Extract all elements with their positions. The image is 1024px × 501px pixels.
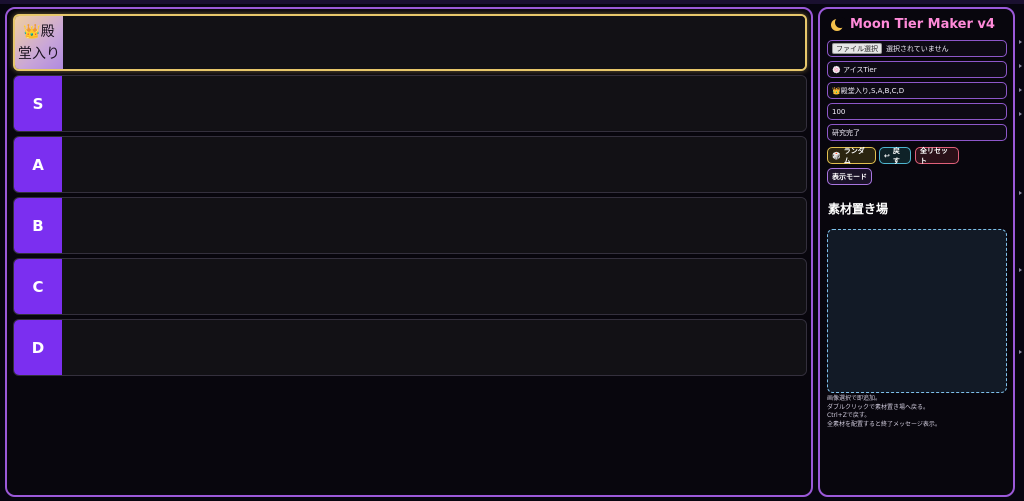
edge-arrow-icon [1019,350,1022,354]
app-title-text: Moon Tier Maker v4 [850,17,995,32]
edge-arrow-icon [1019,112,1022,116]
file-select-button[interactable]: ファイル選択 [832,43,882,54]
file-status-text: 選択されていません [886,44,949,53]
help-text: 画像選択で即追加。 ダブルクリックで素材置き場へ戻る。 Ctrl+Zで戻す。 全… [827,395,1012,429]
tier-drop-zone[interactable] [62,137,806,192]
edge-arrow-icon [1019,268,1022,272]
tier-row-c[interactable]: C [13,258,807,315]
tier-row-d[interactable]: D [13,319,807,376]
tier-drop-zone[interactable] [63,16,805,69]
material-pool-dropzone[interactable] [827,229,1007,393]
material-pool-title: 素材置き場 [828,202,889,216]
status-field[interactable]: 研究完了 [827,124,1007,141]
control-sidebar: Moon Tier Maker v4 ファイル選択 選択されていません 🍥 アイ… [818,7,1015,497]
file-input[interactable]: ファイル選択 選択されていません [827,40,1007,57]
tier-label-hall-of-fame[interactable]: 👑殿堂入り [15,16,63,69]
edge-arrow-icon [1019,64,1022,68]
random-button[interactable]: 🎲 ランダム [827,146,876,165]
tier-row-a[interactable]: A [13,136,807,193]
tier-drop-zone[interactable] [62,198,806,253]
reset-all-button[interactable]: 全リセット [915,147,959,165]
tier-drop-zone[interactable] [62,76,806,131]
app-title: Moon Tier Maker v4 [830,16,995,32]
tier-label-s[interactable]: S [14,76,62,131]
moon-icon [830,16,846,32]
help-line: 画像選択で即追加。 [827,395,882,402]
tier-label-d[interactable]: D [14,320,62,375]
tier-labels-input[interactable]: 👑殿堂入り,S,A,B,C,D [827,82,1007,99]
tier-label-c[interactable]: C [14,259,62,314]
edge-arrow-icon [1019,88,1022,92]
help-line: 全素材を配置すると終了メッセージ表示。 [827,420,941,428]
tier-name-input[interactable]: 🍥 アイスTier [827,61,1007,78]
undo-button[interactable]: ↩ 戻す [879,146,911,165]
top-bar [0,0,1024,4]
random-button-label: ランダム [843,146,865,165]
tier-label-b[interactable]: B [14,198,62,253]
tier-drop-zone[interactable] [62,259,806,314]
display-mode-button[interactable]: 表示モード [827,168,872,185]
help-line: ダブルクリックで素材置き場へ戻る。 [827,403,930,411]
tier-board: 👑殿堂入り S A B C D [5,7,813,497]
shuffle-icon: 🎲 [832,151,841,160]
tier-row-hall-of-fame[interactable]: 👑殿堂入り [13,14,807,71]
undo-icon: ↩ [884,151,890,160]
tier-row-s[interactable]: S [13,75,807,132]
edge-arrow-icon [1019,191,1022,195]
tier-label-a[interactable]: A [14,137,62,192]
size-input[interactable]: 100 [827,103,1007,120]
edge-arrow-icon [1019,40,1022,44]
help-line: Ctrl+Zで戻す。 [827,412,871,419]
tier-row-b[interactable]: B [13,197,807,254]
tier-drop-zone[interactable] [62,320,806,375]
undo-button-label: 戻す [892,146,900,165]
window-edge-markers [1016,0,1022,501]
